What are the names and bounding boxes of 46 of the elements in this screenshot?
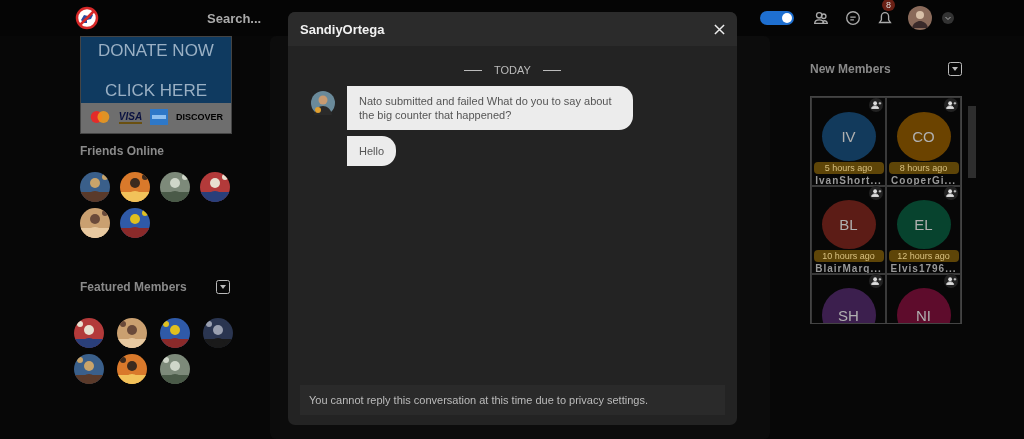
chat-icon[interactable] <box>844 9 862 27</box>
section-title: Friends Online <box>80 144 165 158</box>
member-name[interactable]: IvanShort... <box>815 175 882 186</box>
donate-cta: CLICK HERE <box>105 81 207 101</box>
section-title: New Members <box>810 62 891 76</box>
privacy-notice: You cannot reply this conversation at this time due to privacy settings. <box>300 385 725 415</box>
member-avatar[interactable]: CO <box>896 112 951 161</box>
add-friend-icon[interactable] <box>869 274 883 288</box>
sender-avatar <box>311 91 335 115</box>
member-name[interactable]: Elvis1796... <box>890 263 957 274</box>
member-avatar[interactable]: SH <box>821 288 876 323</box>
add-friend-icon[interactable] <box>944 186 958 200</box>
section-title: Featured Members <box>80 280 187 294</box>
mastercard-icon <box>88 110 111 124</box>
joined-time-badge: 5 hours ago <box>813 162 884 174</box>
member-name[interactable]: CooperGi... <box>891 175 956 186</box>
joined-time-badge: 12 hours ago <box>888 250 959 262</box>
date-divider: TODAY <box>494 64 531 76</box>
add-friend-icon[interactable] <box>944 98 958 112</box>
collapse-icon[interactable] <box>948 62 962 76</box>
joined-time-badge: 8 hours ago <box>888 162 959 174</box>
discover-logo: DISCOVER <box>176 112 224 122</box>
member-avatar[interactable]: EL <box>896 200 951 249</box>
friends-icon[interactable] <box>812 9 830 27</box>
member-name[interactable]: BlairMarq... <box>815 263 882 274</box>
logo-icon[interactable] <box>75 6 99 30</box>
visa-logo: VISA <box>118 110 143 124</box>
donate-banner[interactable]: DONATE NOW CLICK HERE VISA DISCOVER <box>80 36 232 134</box>
amex-icon <box>150 109 169 125</box>
dialog-title: SandiyOrtega <box>300 21 385 37</box>
donate-headline: DONATE NOW <box>98 41 214 61</box>
close-icon[interactable] <box>714 23 725 35</box>
member-avatar[interactable]: NI <box>896 288 951 323</box>
theme-toggle[interactable] <box>760 11 794 25</box>
message-bubble: Nato submitted and failed What do you to say about the big counter that happened? <box>347 86 633 130</box>
message-bubble: Hello <box>347 136 397 166</box>
notification-badge: 8 <box>882 0 895 11</box>
dropdown-icon[interactable] <box>942 12 954 24</box>
add-friend-icon[interactable] <box>944 274 958 288</box>
profile-avatar[interactable] <box>908 6 932 30</box>
add-friend-icon[interactable] <box>869 98 883 112</box>
member-avatar[interactable]: IV <box>821 112 876 161</box>
member-avatar[interactable]: BL <box>821 200 876 249</box>
add-friend-icon[interactable] <box>869 186 883 200</box>
joined-time-badge: 10 hours ago <box>813 250 884 262</box>
collapse-icon[interactable] <box>216 280 230 294</box>
